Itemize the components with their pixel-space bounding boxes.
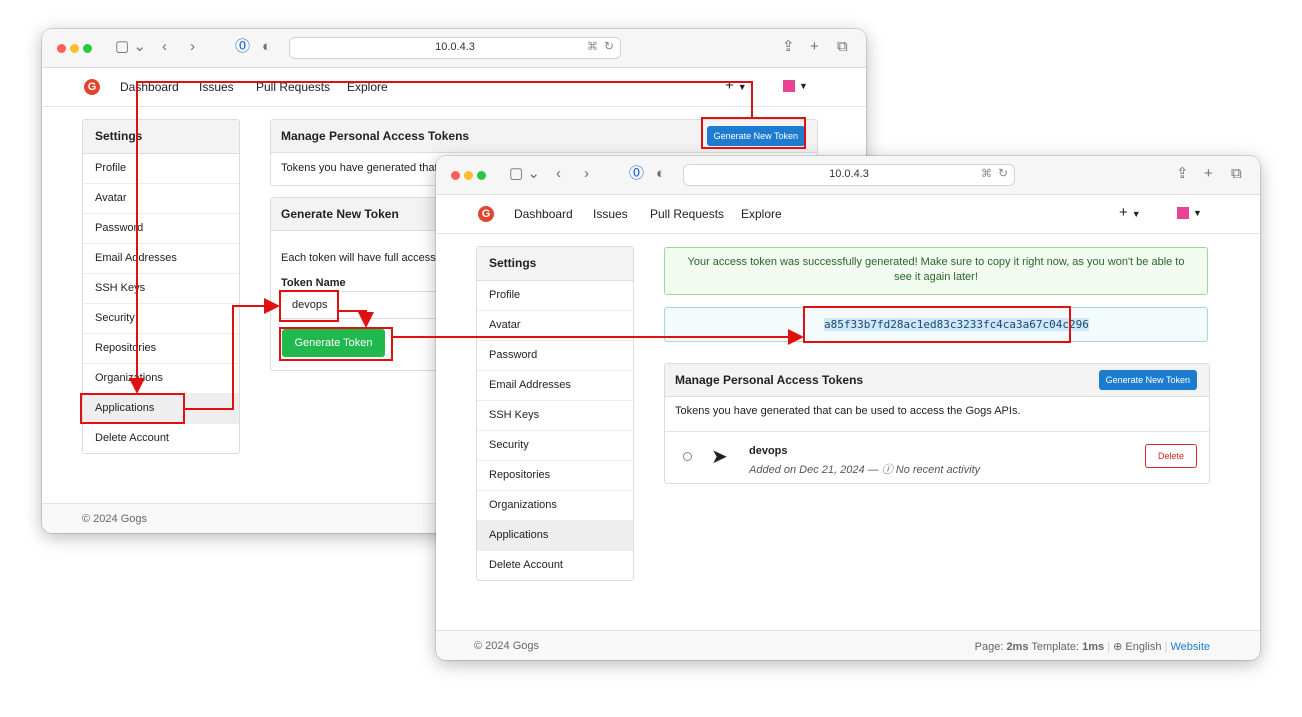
sidebar-item-ssh-keys[interactable]: SSH Keys <box>477 401 633 431</box>
sidebar-title: Settings <box>477 247 633 281</box>
top-navbar: G Dashboard Issues Pull Requests Explore… <box>436 195 1260 234</box>
status-dot-icon <box>683 452 692 461</box>
sidebar-item-repositories[interactable]: Repositories <box>477 461 633 491</box>
gogs-logo-icon[interactable]: G <box>84 79 100 95</box>
annotation-box-generate-new-token <box>701 117 806 149</box>
translate-icon[interactable]: ⌘ <box>981 167 992 180</box>
annotation-box-generate-token <box>279 327 393 361</box>
new-tab-icon[interactable]: + <box>1204 164 1213 184</box>
token-entry-name: devops <box>749 445 788 457</box>
tabs-overview-icon[interactable]: ⧉ <box>837 37 848 57</box>
window-controls[interactable] <box>451 169 490 183</box>
generate-new-token-button[interactable]: Generate New Token <box>1098 370 1197 390</box>
website-link[interactable]: Website <box>1170 641 1210 653</box>
sidebar-item-password[interactable]: Password <box>477 341 633 371</box>
sidebar-item-avatar[interactable]: Avatar <box>477 311 633 341</box>
address-bar[interactable]: 10.0.4.3 ⌘ ↻ <box>683 164 1015 186</box>
new-tab-icon[interactable]: + <box>810 37 819 57</box>
back-icon[interactable]: ‹ <box>556 164 561 184</box>
nav-explore[interactable]: Explore <box>741 207 782 221</box>
settings-sidebar: Settings Profile Avatar Password Email A… <box>476 246 634 581</box>
sidebar-item-repositories[interactable]: Repositories <box>83 334 239 364</box>
shield-icon[interactable]: ◐ <box>656 164 665 184</box>
top-navbar: G Dashboard Issues Pull Requests Explore… <box>42 68 866 107</box>
url-text: 10.0.4.3 <box>435 41 475 53</box>
sidebar-toggle-icon[interactable]: ▢ ⌄ <box>509 164 540 184</box>
translate-icon[interactable]: ⌘ <box>587 40 598 53</box>
template-label: Template: <box>1031 641 1080 653</box>
annotation-box-token-value <box>803 306 1071 343</box>
window-controls[interactable] <box>57 42 96 56</box>
language-selector[interactable]: English <box>1125 641 1161 653</box>
chevron-down-icon[interactable]: ▼ <box>1193 208 1202 218</box>
sidebar-item-avatar[interactable]: Avatar <box>83 184 239 214</box>
avatar[interactable] <box>1177 207 1189 219</box>
send-icon: ➤ <box>711 446 728 468</box>
share-icon[interactable]: ⇪ <box>1176 164 1189 184</box>
nav-dashboard[interactable]: Dashboard <box>120 80 179 94</box>
tokens-description: Tokens you have generated that can be us… <box>675 405 1021 417</box>
page-time: 2ms <box>1006 641 1029 653</box>
avatar[interactable] <box>783 80 795 92</box>
manage-tokens-panel: Manage Personal Access Tokens Generate N… <box>664 363 1210 484</box>
create-new-icon[interactable]: + ▼ <box>725 77 747 94</box>
url-text: 10.0.4.3 <box>829 168 869 180</box>
nav-issues[interactable]: Issues <box>199 80 234 94</box>
sidebar-item-security[interactable]: Security <box>83 304 239 334</box>
sidebar-item-applications[interactable]: Applications <box>477 521 633 551</box>
sidebar-toggle-icon[interactable]: ▢ ⌄ <box>115 37 146 57</box>
browser-toolbar: ▢ ⌄ ‹ › ⓪ ◐ 10.0.4.3 ⌘ ↻ ⇪ + ⧉ <box>42 29 866 68</box>
footer: © 2024 Gogs Page: 2ms Template: 1ms | ⊕ … <box>436 630 1260 660</box>
nav-pull-requests[interactable]: Pull Requests <box>256 80 330 94</box>
annotation-box-applications <box>80 393 185 424</box>
sidebar-item-password[interactable]: Password <box>83 214 239 244</box>
sidebar-item-security[interactable]: Security <box>477 431 633 461</box>
chevron-down-icon[interactable]: ▼ <box>799 81 808 91</box>
token-description: Each token will have full access t <box>281 252 442 264</box>
password-manager-icon[interactable]: ⓪ <box>629 164 644 184</box>
back-icon[interactable]: ‹ <box>162 37 167 57</box>
nav-dashboard[interactable]: Dashboard <box>514 207 573 221</box>
annotation-box-token-name <box>279 290 339 322</box>
reload-icon[interactable]: ↻ <box>998 166 1008 180</box>
sidebar-item-delete-account[interactable]: Delete Account <box>477 551 633 580</box>
address-bar[interactable]: 10.0.4.3 ⌘ ↻ <box>289 37 621 59</box>
sidebar-item-ssh-keys[interactable]: SSH Keys <box>83 274 239 304</box>
token-name-label: Token Name <box>281 277 346 289</box>
nav-pull-requests[interactable]: Pull Requests <box>650 207 724 221</box>
delete-token-button[interactable]: Delete <box>1145 444 1197 468</box>
shield-icon[interactable]: ◐ <box>262 37 271 57</box>
token-entry-meta: Added on Dec 21, 2024 — ⓘ No recent acti… <box>749 464 981 476</box>
sidebar-title: Settings <box>83 120 239 154</box>
create-new-icon[interactable]: + ▼ <box>1119 204 1141 221</box>
tabs-overview-icon[interactable]: ⧉ <box>1231 164 1242 184</box>
sidebar-item-organizations[interactable]: Organizations <box>477 491 633 521</box>
forward-icon[interactable]: › <box>584 164 589 184</box>
share-icon[interactable]: ⇪ <box>782 37 795 57</box>
footer-info: Page: 2ms Template: 1ms | ⊕ English | We… <box>974 641 1210 653</box>
sidebar-item-profile[interactable]: Profile <box>83 154 239 184</box>
sidebar-item-profile[interactable]: Profile <box>477 281 633 311</box>
footer-copyright: © 2024 Gogs <box>474 640 539 652</box>
footer-copyright: © 2024 Gogs <box>82 513 147 525</box>
nav-issues[interactable]: Issues <box>593 207 628 221</box>
success-message: Your access token was successfully gener… <box>664 247 1208 295</box>
nav-explore[interactable]: Explore <box>347 80 388 94</box>
sidebar-item-email-addresses[interactable]: Email Addresses <box>477 371 633 401</box>
browser-window-front: ▢ ⌄ ‹ › ⓪ ◐ 10.0.4.3 ⌘ ↻ ⇪ + ⧉ G Dashboa… <box>436 156 1260 660</box>
globe-icon: ⊕ <box>1113 641 1123 653</box>
forward-icon[interactable]: › <box>190 37 195 57</box>
browser-toolbar: ▢ ⌄ ‹ › ⓪ ◐ 10.0.4.3 ⌘ ↻ ⇪ + ⧉ <box>436 156 1260 195</box>
template-time: 1ms <box>1082 641 1105 653</box>
reload-icon[interactable]: ↻ <box>604 39 614 53</box>
sidebar-item-organizations[interactable]: Organizations <box>83 364 239 394</box>
password-manager-icon[interactable]: ⓪ <box>235 37 250 57</box>
sidebar-item-delete-account[interactable]: Delete Account <box>83 424 239 453</box>
gogs-logo-icon[interactable]: G <box>478 206 494 222</box>
divider <box>665 431 1209 432</box>
sidebar-item-email-addresses[interactable]: Email Addresses <box>83 244 239 274</box>
page-label: Page: <box>974 641 1004 653</box>
